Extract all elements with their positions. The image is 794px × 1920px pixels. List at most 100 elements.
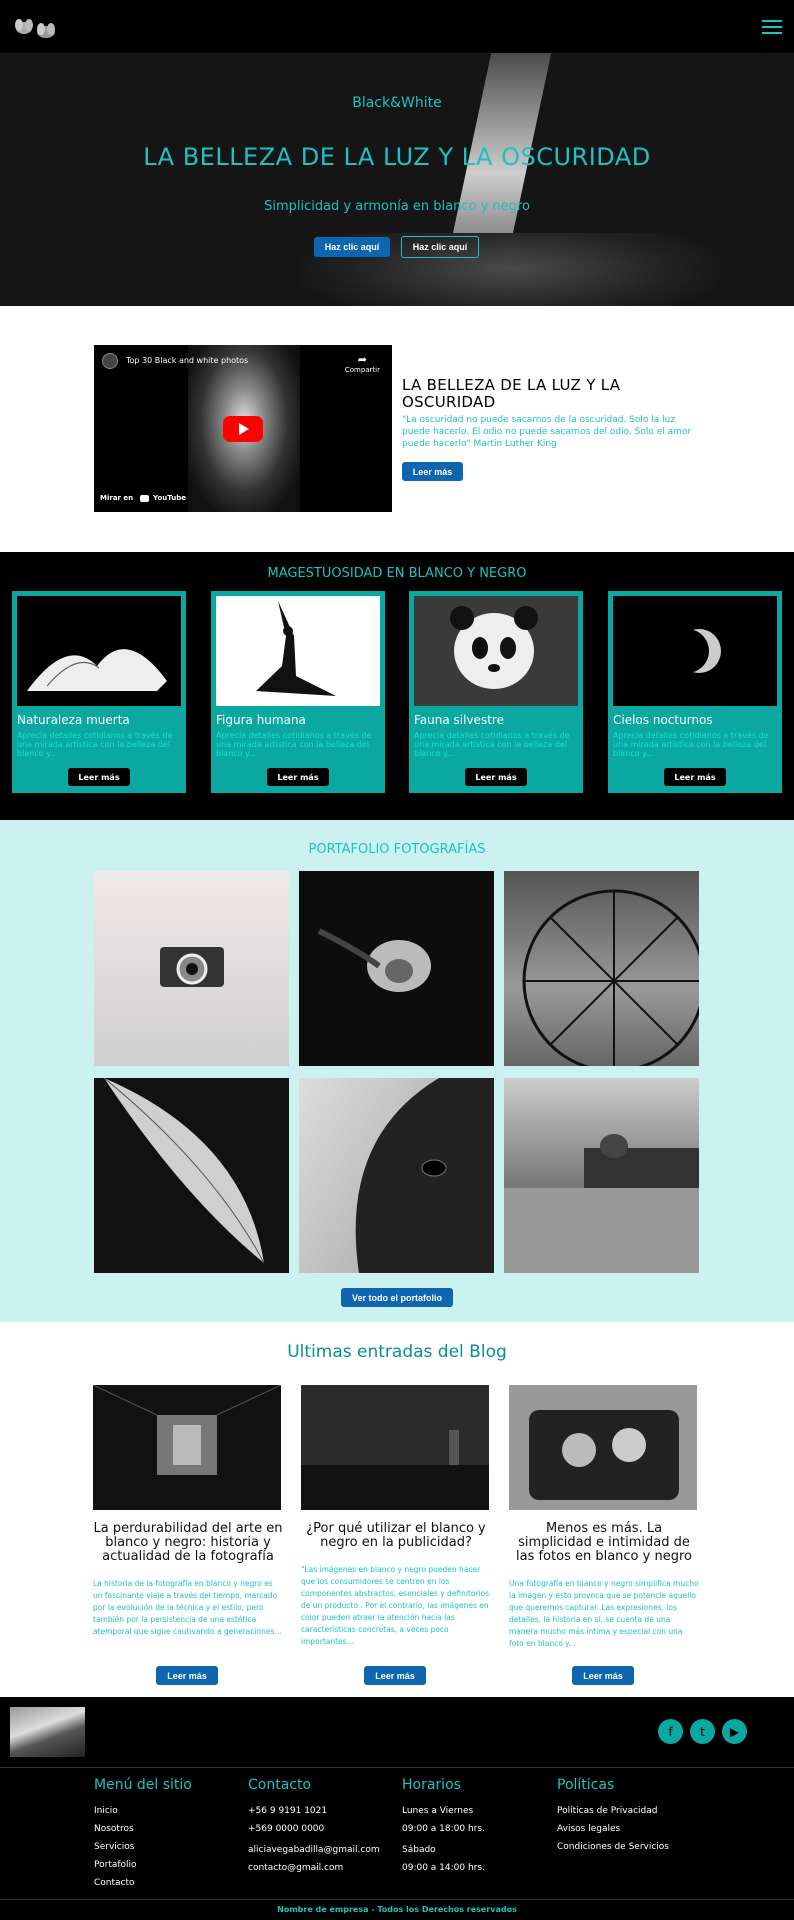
- blog-post-excerpt: La historia de la fotografía en blanco y…: [93, 1579, 282, 1636]
- footer-contact-column: Contacto +56 9 9191 1021 +569 0000 0000 …: [248, 1777, 380, 1877]
- hero-title: LA BELLEZA DE LA LUZ Y LA OSCURIDAD: [143, 143, 651, 171]
- footer-hours-item: Lunes a Viernes: [402, 1806, 474, 1816]
- footer-hours-item: Sábado: [402, 1845, 436, 1855]
- hamburger-menu-icon[interactable]: [762, 20, 782, 34]
- blog-post-title[interactable]: Menos es más. La simplicidad e intimidad…: [509, 1522, 699, 1564]
- footer-link[interactable]: Políticas de Privacidad: [557, 1802, 669, 1820]
- footer-email[interactable]: aliciavegabadilla@gmail.com: [248, 1841, 380, 1859]
- portfolio-title: PORTAFOLIO FOTOGRAFÍAS: [308, 842, 486, 857]
- intro-quote: "La oscuridad no puede sacarnos de la os…: [402, 415, 692, 449]
- blog-image-tunnel[interactable]: [93, 1385, 281, 1510]
- category-image-panda: [414, 596, 578, 706]
- view-portfolio-button[interactable]: Ver todo el portafolio: [341, 1288, 453, 1307]
- footer-link[interactable]: Condiciones de Servicios: [557, 1838, 669, 1856]
- portfolio-image-flower[interactable]: [299, 871, 494, 1066]
- site-header: [0, 0, 794, 53]
- twitter-icon[interactable]: t: [690, 1719, 715, 1744]
- footer-contact-title: Contacto: [248, 1777, 312, 1793]
- youtube-icon[interactable]: ▶: [722, 1719, 747, 1744]
- category-card[interactable]: Cielos nocturnos Aprecia detalles cotidi…: [608, 591, 782, 793]
- footer-policies-column: Políticas Políticas de Privacidad Avisos…: [557, 1777, 669, 1856]
- footer-menu-title: Menú del sitio: [94, 1777, 192, 1793]
- intro-read-more-button[interactable]: Leer más: [402, 462, 463, 481]
- category-desc: Aprecia detalles cotidianos a través de …: [613, 731, 769, 758]
- watch-on-label: Mirar en: [100, 494, 134, 502]
- copyright: Nombre de empresa - Todos los Derechos r…: [0, 1899, 794, 1920]
- category-card[interactable]: Fauna silvestre Aprecia detalles cotidia…: [409, 591, 583, 793]
- share-label: Compartir: [344, 366, 380, 374]
- blog-post-excerpt: "Las imágenes en blanco y negro pueden h…: [301, 1565, 490, 1646]
- blog-post: La perdurabilidad del arte en blanco y n…: [93, 1385, 283, 1638]
- portfolio-image-feather[interactable]: [94, 1078, 289, 1273]
- footer-hours-item: 09:00 a 18:00 hrs.: [402, 1824, 485, 1834]
- category-card[interactable]: Figura humana Aprecia detalles cotidiano…: [211, 591, 385, 793]
- category-read-more-button[interactable]: Leer más: [465, 768, 527, 786]
- share-icon: ➦: [357, 353, 368, 366]
- portfolio-image-horse[interactable]: [299, 1078, 494, 1273]
- hero-subtitle: Simplicidad y armonía en blanco y negro: [264, 199, 530, 214]
- footer-hours-item: 09:00 a 14:00 hrs.: [402, 1863, 485, 1873]
- footer-link[interactable]: Servicios: [94, 1838, 192, 1856]
- hero-secondary-button[interactable]: Haz clic aquí: [401, 236, 479, 258]
- blog-post-title[interactable]: La perdurabilidad del arte en blanco y n…: [93, 1522, 283, 1564]
- portfolio-image-camera[interactable]: [94, 871, 289, 1066]
- category-title: Figura humana: [216, 713, 306, 727]
- blog-read-more-button[interactable]: Leer más: [572, 1666, 634, 1685]
- blog-image-stage[interactable]: [301, 1385, 489, 1510]
- footer-link[interactable]: Avisos legales: [557, 1820, 669, 1838]
- footer-policies-title: Políticas: [557, 1777, 615, 1793]
- category-title: Cielos nocturnos: [613, 713, 713, 727]
- hero-banner: Black&White LA BELLEZA DE LA LUZ Y LA OS…: [0, 53, 794, 306]
- portfolio-image-city[interactable]: [504, 1078, 699, 1273]
- footer-link[interactable]: Inicio: [94, 1802, 192, 1820]
- lotus-logo-icon[interactable]: [10, 12, 62, 40]
- hero-brand: Black&White: [352, 95, 442, 111]
- categories-section: MAGESTUOSIDAD EN BLANCO Y NEGRO Naturale…: [0, 552, 794, 820]
- footer-phone[interactable]: +56 9 9191 1021: [248, 1802, 380, 1820]
- footer-email[interactable]: contacto@gmail.com: [248, 1859, 380, 1877]
- site-footer: f t ▶ Menú del sitio Inicio Nosotros Ser…: [0, 1697, 794, 1920]
- play-button-icon[interactable]: [223, 416, 263, 442]
- blog-image-car-kids[interactable]: [509, 1385, 697, 1510]
- footer-link[interactable]: Nosotros: [94, 1820, 192, 1838]
- category-image-moon: [613, 596, 777, 706]
- footer-menu-column: Menú del sitio Inicio Nosotros Servicios…: [94, 1777, 192, 1892]
- facebook-icon[interactable]: f: [658, 1719, 683, 1744]
- channel-avatar[interactable]: [102, 353, 118, 369]
- youtube-logo-icon: [139, 494, 149, 502]
- footer-phone[interactable]: +569 0000 0000: [248, 1820, 380, 1838]
- blog-post: Menos es más. La simplicidad e intimidad…: [509, 1385, 699, 1650]
- category-title: Naturaleza muerta: [17, 713, 130, 727]
- hero-primary-button[interactable]: Haz clic aquí: [314, 237, 390, 257]
- category-desc: Aprecia detalles cotidianos a través de …: [414, 731, 570, 758]
- footer-link[interactable]: Portafolio: [94, 1856, 192, 1874]
- category-read-more-button[interactable]: Leer más: [68, 768, 130, 786]
- footer-divider: [0, 1767, 794, 1768]
- blog-title: Ultimas entradas del Blog: [287, 1342, 507, 1362]
- video-title[interactable]: Top 30 Black and white photos: [126, 356, 248, 365]
- share-button[interactable]: ➦ Compartir: [345, 353, 380, 374]
- category-card[interactable]: Naturaleza muerta Aprecia detalles cotid…: [12, 591, 186, 793]
- blog-post-excerpt: Una fotografía en blanco y negro simplif…: [509, 1579, 699, 1648]
- youtube-label: YouTube: [153, 494, 187, 502]
- category-image-dancer: [216, 596, 380, 706]
- category-title: Fauna silvestre: [414, 713, 504, 727]
- footer-link[interactable]: Contacto: [94, 1874, 192, 1892]
- category-desc: Aprecia detalles cotidianos a través de …: [17, 731, 173, 758]
- blog-read-more-button[interactable]: Leer más: [156, 1666, 218, 1685]
- blog-post-title[interactable]: ¿Por qué utilizar el blanco y negro en l…: [301, 1522, 491, 1550]
- blog-read-more-button[interactable]: Leer más: [364, 1666, 426, 1685]
- footer-hours-title: Horarios: [402, 1777, 461, 1793]
- categories-title: MAGESTUOSIDAD EN BLANCO Y NEGRO: [267, 566, 527, 581]
- category-read-more-button[interactable]: Leer más: [664, 768, 726, 786]
- intro-title: LA BELLEZA DE LA LUZ Y LA OSCURIDAD: [402, 376, 621, 411]
- watch-on-youtube[interactable]: Mirar en YouTube: [100, 494, 186, 502]
- portfolio-section: PORTAFOLIO FOTOGRAFÍAS Ver todo el porta…: [0, 820, 794, 1322]
- category-read-more-button[interactable]: Leer más: [267, 768, 329, 786]
- youtube-video-embed[interactable]: Top 30 Black and white photos ➦ Comparti…: [94, 345, 392, 512]
- category-desc: Aprecia detalles cotidianos a través de …: [216, 731, 372, 758]
- category-image-book: [17, 596, 181, 706]
- portfolio-image-ferris-wheel[interactable]: [504, 871, 699, 1066]
- footer-hours-column: Horarios Lunes a Viernes 09:00 a 18:00 h…: [402, 1777, 485, 1877]
- footer-logo-dunes[interactable]: [10, 1707, 85, 1757]
